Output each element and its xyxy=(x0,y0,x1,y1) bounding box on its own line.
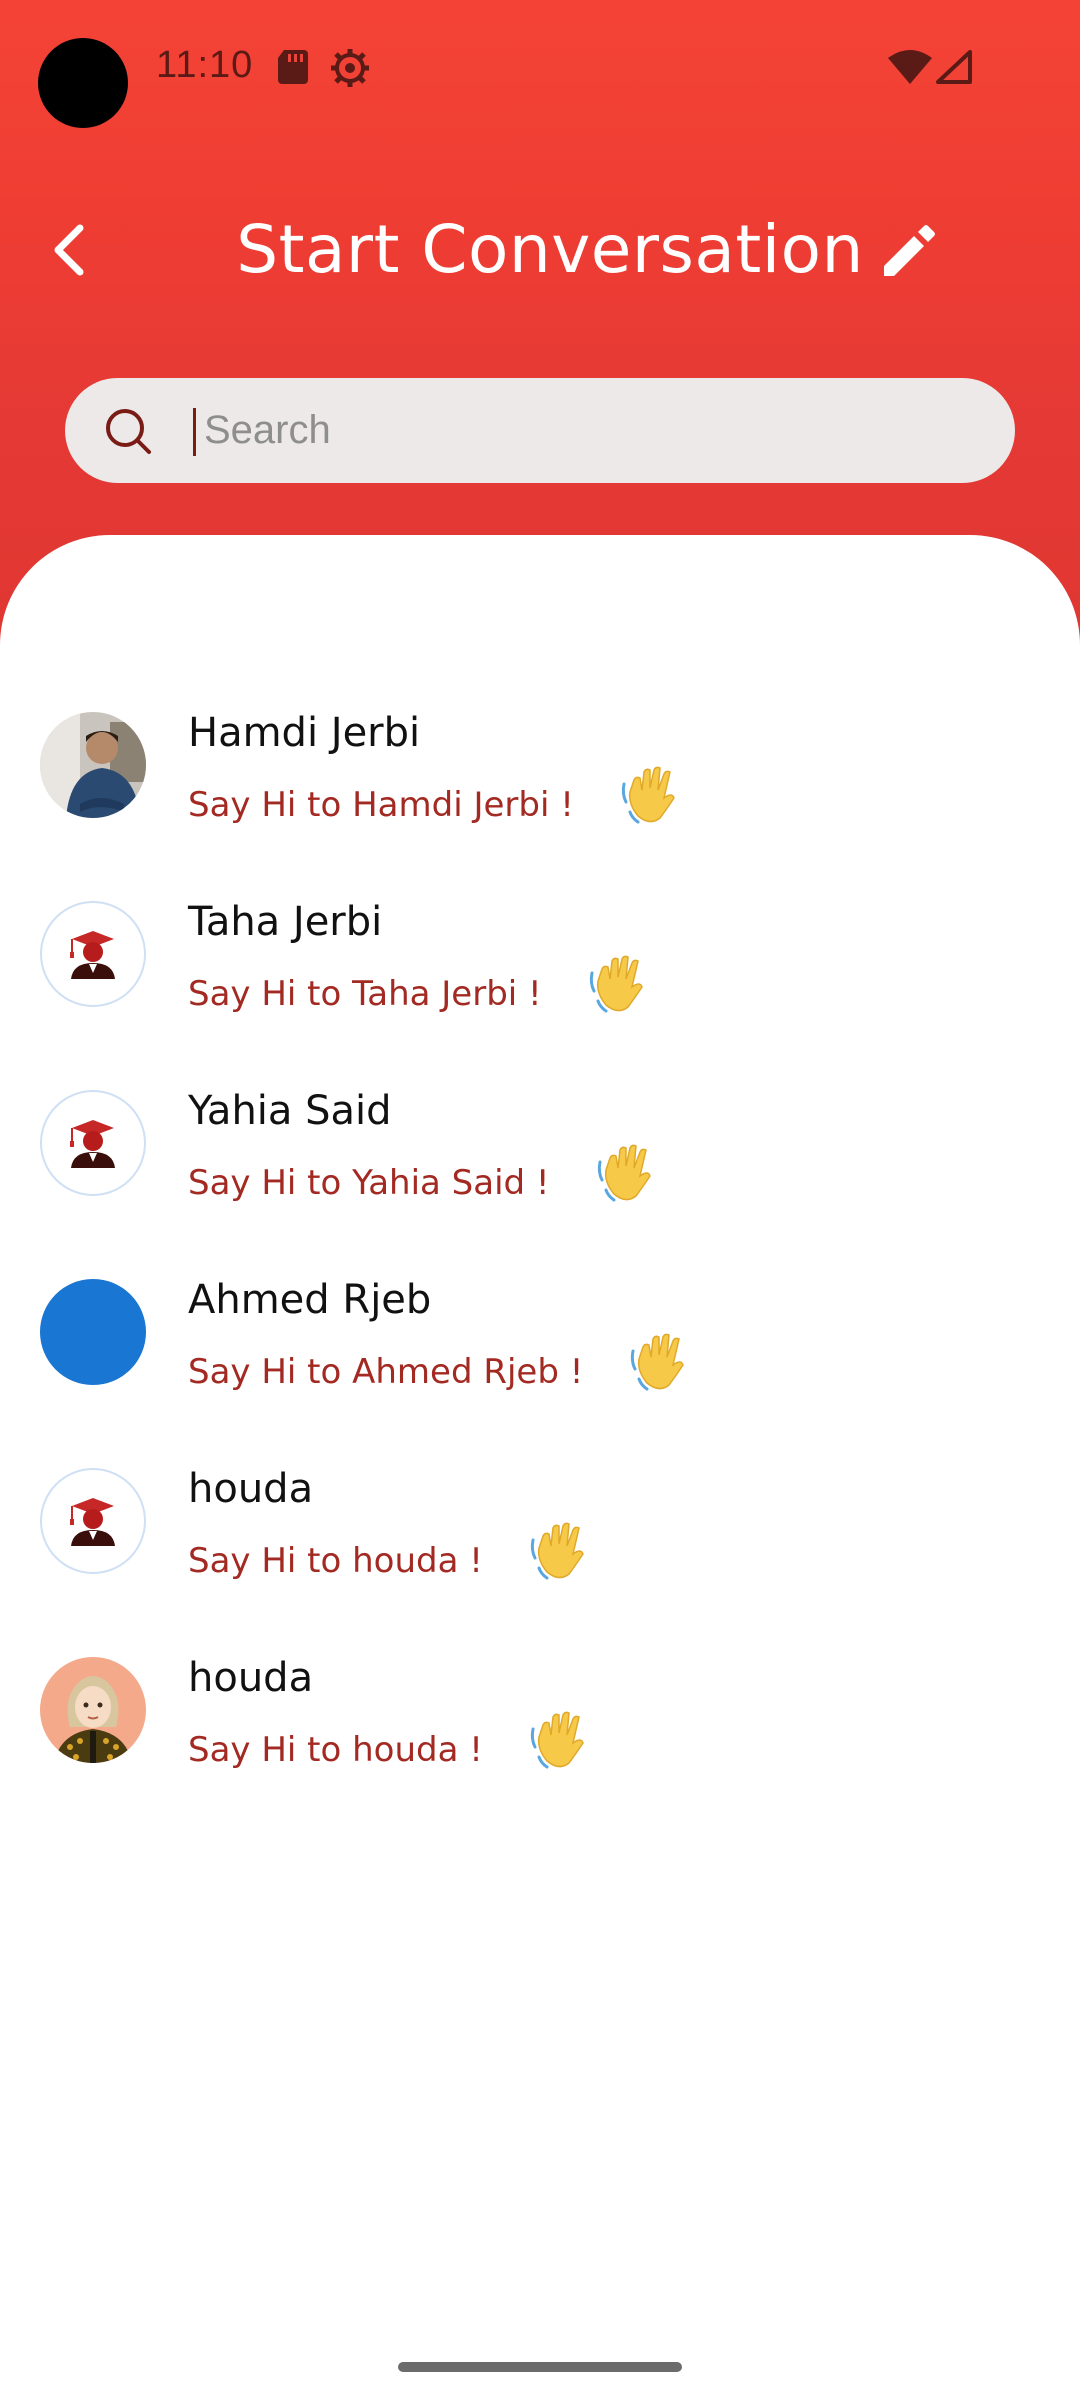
status-time: 11:10 xyxy=(156,44,254,86)
contact-subtitle: Say Hi to Taha Jerbi ! xyxy=(188,955,650,1024)
waving-hand-icon xyxy=(529,1520,591,1591)
waving-hand-icon xyxy=(629,1331,691,1402)
contact-item[interactable]: houda Say Hi to houda ! xyxy=(0,1456,1080,1606)
contact-subtitle: Say Hi to Yahia Said ! xyxy=(188,1144,658,1213)
contact-greeting: Say Hi to Yahia Said ! xyxy=(188,1162,550,1203)
avatar-photo-man xyxy=(40,712,146,818)
contact-name: Ahmed Rjeb xyxy=(188,1277,432,1323)
contact-greeting: Say Hi to Ahmed Rjeb ! xyxy=(188,1351,584,1392)
search-bar[interactable] xyxy=(65,378,1015,483)
contact-name: houda xyxy=(188,1466,314,1512)
contact-item[interactable]: Yahia Said Say Hi to Yahia Said ! xyxy=(0,1078,1080,1228)
avatar-graduate xyxy=(40,901,146,1007)
avatar-illustrated-woman xyxy=(40,1657,146,1763)
back-button[interactable] xyxy=(30,210,110,290)
contact-item[interactable]: Ahmed Rjeb Say Hi to Ahmed Rjeb ! xyxy=(0,1267,1080,1417)
contact-greeting: Say Hi to Hamdi Jerbi ! xyxy=(188,784,574,825)
avatar-graduate xyxy=(40,1090,146,1196)
contact-subtitle: Say Hi to houda ! xyxy=(188,1522,591,1591)
text-cursor xyxy=(193,408,196,456)
page-title: Start Conversation xyxy=(236,211,864,288)
contact-name: Hamdi Jerbi xyxy=(188,710,421,756)
home-indicator[interactable] xyxy=(398,2362,682,2372)
contact-subtitle: Say Hi to Hamdi Jerbi ! xyxy=(188,766,682,835)
contact-item[interactable]: houda Say Hi to houda ! xyxy=(0,1645,1080,1795)
waving-hand-icon xyxy=(588,953,650,1024)
contact-name: Yahia Said xyxy=(188,1088,392,1134)
pencil-icon xyxy=(884,225,935,276)
contact-item[interactable]: Taha Jerbi Say Hi to Taha Jerbi ! xyxy=(0,889,1080,1039)
top-app-bar: Start Conversation xyxy=(0,190,1080,310)
contact-greeting: Say Hi to houda ! xyxy=(188,1729,483,1770)
search-input[interactable] xyxy=(190,378,984,483)
edit-button[interactable] xyxy=(868,212,948,292)
waving-hand-icon xyxy=(529,1709,591,1780)
gear-icon xyxy=(330,48,370,93)
chevron-left-icon xyxy=(54,224,84,276)
contact-name: Taha Jerbi xyxy=(188,899,383,945)
waving-hand-icon xyxy=(620,764,682,835)
contact-subtitle: Say Hi to Ahmed Rjeb ! xyxy=(188,1333,691,1402)
signal-icon xyxy=(936,50,972,89)
avatar-graduate xyxy=(40,1468,146,1574)
camera-cutout xyxy=(38,38,128,128)
contact-greeting: Say Hi to Taha Jerbi ! xyxy=(188,973,542,1014)
wifi-icon xyxy=(888,50,932,89)
waving-hand-icon xyxy=(596,1142,658,1213)
status-bar: 11:10 xyxy=(0,0,1080,140)
contact-greeting: Say Hi to houda ! xyxy=(188,1540,483,1581)
search-icon xyxy=(106,409,151,454)
contact-subtitle: Say Hi to houda ! xyxy=(188,1711,591,1780)
contact-item[interactable]: Hamdi Jerbi Say Hi to Hamdi Jerbi ! xyxy=(0,700,1080,850)
sd-card-icon xyxy=(276,48,310,91)
avatar-blue-circle xyxy=(40,1279,146,1385)
contact-name: houda xyxy=(188,1655,314,1701)
